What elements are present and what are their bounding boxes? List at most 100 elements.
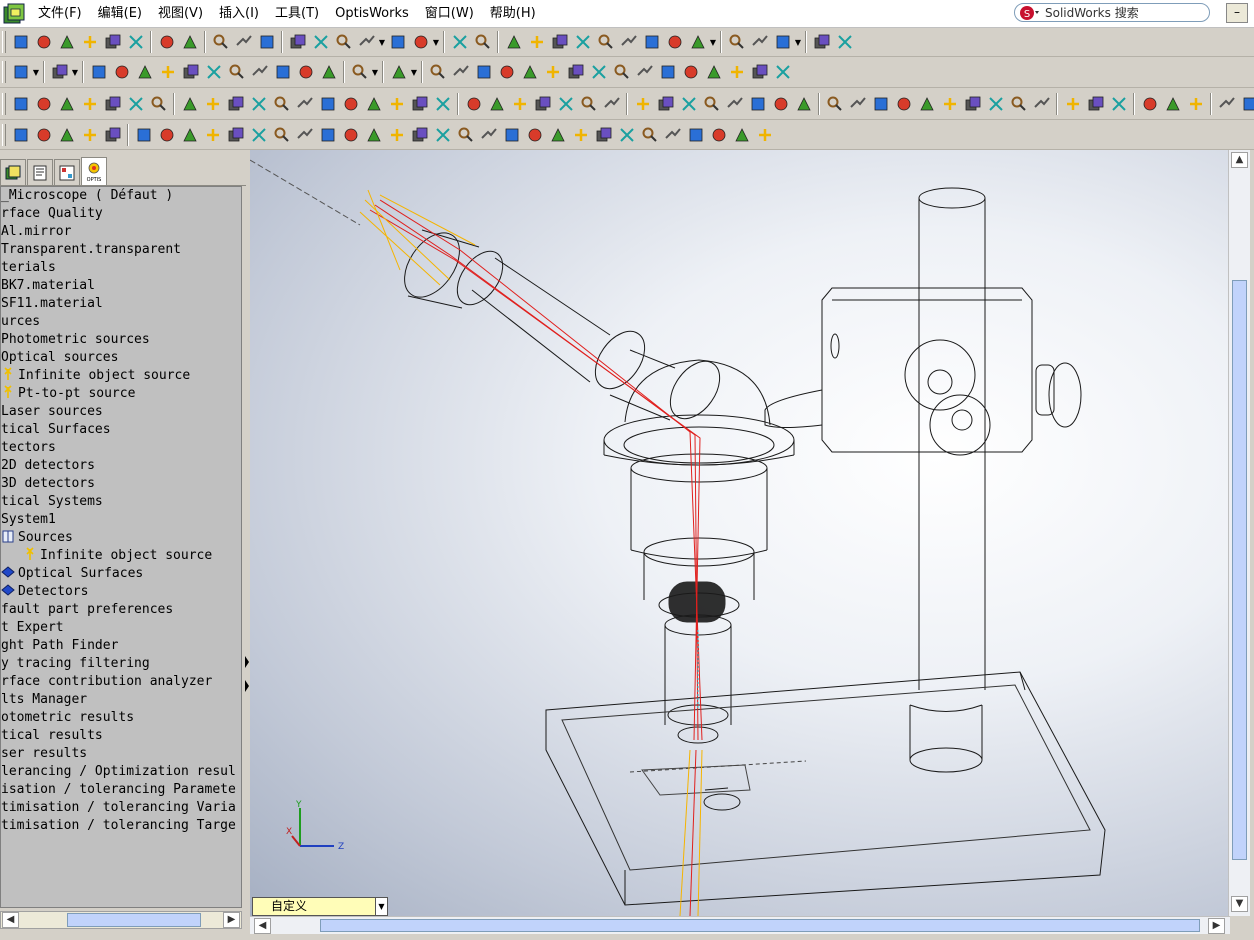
toolbar-button[interactable] bbox=[56, 124, 77, 146]
toolbar-button[interactable] bbox=[79, 93, 100, 115]
tree-item[interactable]: BK7.material bbox=[1, 277, 241, 295]
solidworks-search-input[interactable]: S SolidWorks 搜索 bbox=[1014, 3, 1210, 22]
toolbar-button[interactable] bbox=[180, 61, 201, 83]
toolbar-button[interactable] bbox=[56, 31, 77, 53]
dropdown-arrow-icon[interactable]: ▼ bbox=[71, 61, 79, 83]
tree-item[interactable]: Pt-to-pt source bbox=[1, 385, 241, 403]
toolbar-button[interactable] bbox=[33, 31, 54, 53]
toolbar-button[interactable] bbox=[824, 93, 845, 115]
viewport-scroll-left-button[interactable]: ◀ bbox=[254, 918, 271, 934]
toolbar-button[interactable] bbox=[333, 31, 354, 53]
tree-item[interactable]: tectors bbox=[1, 439, 241, 457]
toolbar-button[interactable] bbox=[632, 93, 653, 115]
toolbar-button[interactable] bbox=[388, 61, 409, 83]
toolbar-button[interactable] bbox=[56, 93, 77, 115]
toolbar-button[interactable] bbox=[985, 93, 1006, 115]
toolbar-button[interactable] bbox=[225, 124, 246, 146]
microscope-model[interactable] bbox=[250, 150, 1230, 916]
toolbar-button[interactable] bbox=[157, 61, 178, 83]
toolbar-button[interactable] bbox=[811, 31, 832, 53]
toolbar-button[interactable] bbox=[501, 124, 522, 146]
graphics-viewport[interactable]: Y Z X 自定义 ▼ ▲ ▼ ◀ ▶ bbox=[250, 150, 1254, 940]
tree-item[interactable]: Optical Surfaces bbox=[1, 565, 241, 583]
configuration-manager-tab[interactable] bbox=[54, 159, 80, 185]
toolbar-button[interactable] bbox=[349, 61, 370, 83]
toolbar-button[interactable] bbox=[503, 31, 524, 53]
tree-item[interactable]: otometric results bbox=[1, 709, 241, 727]
toolbar-button[interactable] bbox=[10, 61, 31, 83]
toolbar-button[interactable] bbox=[271, 93, 292, 115]
tree-item[interactable]: 2D detectors bbox=[1, 457, 241, 475]
toolbar-button[interactable] bbox=[1239, 93, 1254, 115]
left-panel-horizontal-scrollbar[interactable]: ◀ ▶ bbox=[0, 911, 242, 929]
toolbar-button[interactable] bbox=[148, 93, 169, 115]
toolbar-button[interactable] bbox=[549, 31, 570, 53]
scroll-down-button[interactable]: ▼ bbox=[1231, 896, 1248, 912]
tree-item[interactable]: Infinite object source bbox=[1, 547, 241, 565]
toolbar-button[interactable] bbox=[432, 93, 453, 115]
toolbar-grip[interactable] bbox=[2, 123, 6, 146]
toolbar-button[interactable] bbox=[294, 93, 315, 115]
toolbar-button[interactable] bbox=[701, 93, 722, 115]
dropdown-arrow-icon[interactable]: ▼ bbox=[709, 31, 717, 53]
tree-item[interactable]: urces bbox=[1, 313, 241, 331]
toolbar-button[interactable] bbox=[473, 61, 494, 83]
toolbar-button[interactable] bbox=[578, 93, 599, 115]
toolbar-button[interactable] bbox=[356, 31, 377, 53]
toolbar-button[interactable] bbox=[125, 31, 146, 53]
toolbar-button[interactable] bbox=[588, 61, 609, 83]
toolbar-button[interactable] bbox=[202, 93, 223, 115]
toolbar-button[interactable] bbox=[249, 61, 270, 83]
tree-item[interactable]: tical results bbox=[1, 727, 241, 745]
tree-item[interactable]: Transparent.transparent bbox=[1, 241, 241, 259]
toolbar-button[interactable] bbox=[601, 93, 622, 115]
chevron-down-icon[interactable]: ▼ bbox=[375, 898, 387, 915]
feature-manager-tab[interactable] bbox=[0, 159, 26, 185]
toolbar-button[interactable] bbox=[318, 61, 339, 83]
toolbar-button[interactable] bbox=[641, 31, 662, 53]
tree-item[interactable]: y tracing filtering bbox=[1, 655, 241, 673]
menu-edit[interactable]: 编辑(E) bbox=[90, 3, 150, 25]
toolbar-button[interactable] bbox=[455, 124, 476, 146]
toolbar-button[interactable] bbox=[703, 61, 724, 83]
toolbar-button[interactable] bbox=[271, 124, 292, 146]
toolbar-button[interactable] bbox=[611, 61, 632, 83]
menu-window[interactable]: 窗口(W) bbox=[417, 3, 482, 25]
tree-item[interactable]: rface Quality bbox=[1, 205, 241, 223]
toolbar-button[interactable] bbox=[256, 31, 277, 53]
toolbar-button[interactable] bbox=[834, 31, 855, 53]
toolbar-button[interactable] bbox=[387, 31, 408, 53]
toolbar-button[interactable] bbox=[79, 124, 100, 146]
toolbar-button[interactable] bbox=[634, 61, 655, 83]
tree-item[interactable]: Infinite object source bbox=[1, 367, 241, 385]
toolbar-button[interactable] bbox=[724, 93, 745, 115]
scroll-right-button[interactable]: ▶ bbox=[223, 912, 240, 928]
toolbar-button[interactable] bbox=[593, 124, 614, 146]
viewport-vertical-scrollbar[interactable]: ▲ ▼ bbox=[1228, 150, 1250, 916]
toolbar-button[interactable] bbox=[496, 61, 517, 83]
toolbar-button[interactable] bbox=[870, 93, 891, 115]
tree-item[interactable]: 3D detectors bbox=[1, 475, 241, 493]
horizontal-scroll-thumb[interactable] bbox=[320, 919, 1200, 932]
toolbar-button[interactable] bbox=[1008, 93, 1029, 115]
toolbar-button[interactable] bbox=[363, 124, 384, 146]
toolbar-button[interactable] bbox=[639, 124, 660, 146]
tree-item[interactable]: tical Systems bbox=[1, 493, 241, 511]
toolbar-button[interactable] bbox=[772, 31, 793, 53]
toolbar-button[interactable] bbox=[731, 124, 752, 146]
tree-item[interactable]: Sources bbox=[1, 529, 241, 547]
toolbar-button[interactable] bbox=[340, 93, 361, 115]
toolbar-button[interactable] bbox=[1062, 93, 1083, 115]
tree-item[interactable]: Detectors bbox=[1, 583, 241, 601]
toolbar-button[interactable] bbox=[310, 31, 331, 53]
toolbar-button[interactable] bbox=[134, 61, 155, 83]
toolbar-button[interactable] bbox=[427, 61, 448, 83]
dropdown-arrow-icon[interactable]: ▼ bbox=[794, 31, 802, 53]
toolbar-button[interactable] bbox=[449, 31, 470, 53]
toolbar-button[interactable] bbox=[726, 31, 747, 53]
toolbar-button[interactable] bbox=[662, 124, 683, 146]
toolbar-button[interactable] bbox=[179, 124, 200, 146]
toolbar-button[interactable] bbox=[294, 124, 315, 146]
dropdown-arrow-icon[interactable]: ▼ bbox=[432, 31, 440, 53]
toolbar-button[interactable] bbox=[248, 93, 269, 115]
